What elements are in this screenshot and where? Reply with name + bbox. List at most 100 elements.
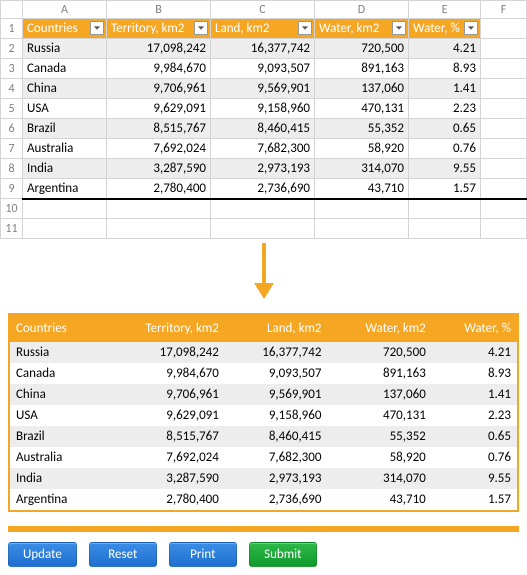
cell-pct[interactable]: 2.23: [409, 99, 481, 119]
rc-pct: 8.93: [432, 363, 518, 384]
column-headers[interactable]: A B C D E F: [1, 1, 527, 19]
update-button[interactable]: Update: [8, 542, 77, 567]
reset-button[interactable]: Reset: [89, 542, 157, 567]
spreadsheet-grid[interactable]: A B C D E F 1 Countries Territory, km2 L…: [0, 0, 527, 239]
col-A[interactable]: A: [23, 1, 107, 19]
filter-icon[interactable]: [90, 21, 104, 35]
rc-water: 137,060: [327, 384, 431, 405]
cell-country[interactable]: China: [23, 79, 107, 99]
cell-land[interactable]: 9,569,901: [211, 79, 315, 99]
cell-pct[interactable]: 1.41: [409, 79, 481, 99]
cell-territory[interactable]: 3,287,590: [107, 159, 211, 179]
table-row[interactable]: 9Argentina2,780,4002,736,69043,7101.57: [1, 179, 527, 199]
row-num[interactable]: 7: [1, 139, 23, 159]
cell-territory[interactable]: 8,515,767: [107, 119, 211, 139]
report-row: Argentina2,780,4002,736,69043,7101.57: [9, 489, 518, 511]
cell-water[interactable]: 720,500: [315, 39, 409, 59]
rc-territory: 9,629,091: [102, 405, 225, 426]
rc-territory: 2,780,400: [102, 489, 225, 511]
rc-territory: 3,287,590: [102, 468, 225, 489]
cell-land[interactable]: 2,736,690: [211, 179, 315, 199]
cell-country[interactable]: Russia: [23, 39, 107, 59]
cell-water[interactable]: 891,163: [315, 59, 409, 79]
filter-icon[interactable]: [464, 21, 478, 35]
cell-land[interactable]: 7,682,300: [211, 139, 315, 159]
cell-water[interactable]: 43,710: [315, 179, 409, 199]
table-row[interactable]: 8India3,287,5902,973,193314,0709.55: [1, 159, 527, 179]
table-row[interactable]: 4China9,706,9619,569,901137,0601.41: [1, 79, 527, 99]
col-D[interactable]: D: [315, 1, 409, 19]
print-button[interactable]: Print: [169, 542, 237, 567]
cell-territory[interactable]: 17,098,242: [107, 39, 211, 59]
empty-row[interactable]: 10: [1, 199, 527, 219]
cell-pct[interactable]: 8.93: [409, 59, 481, 79]
row-num[interactable]: 5: [1, 99, 23, 119]
cell-water[interactable]: 55,352: [315, 119, 409, 139]
cell-land[interactable]: 9,158,960: [211, 99, 315, 119]
cell-water[interactable]: 137,060: [315, 79, 409, 99]
report-row: Canada9,984,6709,093,507891,1638.93: [9, 363, 518, 384]
table-row[interactable]: 2Russia17,098,24216,377,742720,5004.21: [1, 39, 527, 59]
cell-pct[interactable]: 4.21: [409, 39, 481, 59]
cell-land[interactable]: 2,973,193: [211, 159, 315, 179]
select-all[interactable]: [1, 1, 23, 19]
hdr-text: Water, %: [413, 21, 460, 36]
rc-country: Argentina: [9, 489, 102, 511]
empty-row[interactable]: 11: [1, 219, 527, 239]
row-num[interactable]: 6: [1, 119, 23, 139]
rc-land: 16,377,742: [225, 342, 328, 363]
row-num[interactable]: 2: [1, 39, 23, 59]
row-num[interactable]: 4: [1, 79, 23, 99]
hdr-territory[interactable]: Territory, km2: [107, 19, 211, 39]
col-B[interactable]: B: [107, 1, 211, 19]
cell-country[interactable]: Australia: [23, 139, 107, 159]
cell-pct[interactable]: 9.55: [409, 159, 481, 179]
row-num[interactable]: 9: [1, 179, 23, 199]
table-row[interactable]: 6Brazil8,515,7678,460,41555,3520.65: [1, 119, 527, 139]
hdr-pct[interactable]: Water, %: [409, 19, 481, 39]
hdr-water[interactable]: Water, km2: [315, 19, 409, 39]
cell-land[interactable]: 9,093,507: [211, 59, 315, 79]
cell-country[interactable]: Brazil: [23, 119, 107, 139]
row-num[interactable]: 8: [1, 159, 23, 179]
report-row: Russia17,098,24216,377,742720,5004.21: [9, 342, 518, 363]
rc-country: Canada: [9, 363, 102, 384]
col-F[interactable]: F: [481, 1, 527, 19]
button-row: Update Reset Print Submit: [8, 542, 519, 567]
header-row: 1 Countries Territory, km2 Land, km2 Wat…: [1, 19, 527, 39]
row-1[interactable]: 1: [1, 19, 23, 39]
rc-territory: 9,706,961: [102, 384, 225, 405]
hdr-countries[interactable]: Countries: [23, 19, 107, 39]
hdr-land[interactable]: Land, km2: [211, 19, 315, 39]
table-row[interactable]: 7Australia7,692,0247,682,30058,9200.76: [1, 139, 527, 159]
cell-country[interactable]: USA: [23, 99, 107, 119]
report-row: Australia7,692,0247,682,30058,9200.76: [9, 447, 518, 468]
cell-territory[interactable]: 9,706,961: [107, 79, 211, 99]
submit-button[interactable]: Submit: [249, 542, 317, 567]
col-E[interactable]: E: [409, 1, 481, 19]
cell-country[interactable]: Canada: [23, 59, 107, 79]
row-num[interactable]: 3: [1, 59, 23, 79]
cell-territory[interactable]: 9,629,091: [107, 99, 211, 119]
report-table: Countries Territory, km2 Land, km2 Water…: [8, 313, 519, 512]
cell-land[interactable]: 16,377,742: [211, 39, 315, 59]
cell-land[interactable]: 8,460,415: [211, 119, 315, 139]
cell-territory[interactable]: 9,984,670: [107, 59, 211, 79]
cell-country[interactable]: India: [23, 159, 107, 179]
col-C[interactable]: C: [211, 1, 315, 19]
cell-water[interactable]: 58,920: [315, 139, 409, 159]
filter-icon[interactable]: [392, 21, 406, 35]
table-row[interactable]: 5USA9,629,0919,158,960470,1312.23: [1, 99, 527, 119]
filter-icon[interactable]: [194, 21, 208, 35]
table-row[interactable]: 3Canada9,984,6709,093,507891,1638.93: [1, 59, 527, 79]
cell-territory[interactable]: 2,780,400: [107, 179, 211, 199]
cell-pct[interactable]: 0.76: [409, 139, 481, 159]
filter-icon[interactable]: [298, 21, 312, 35]
rc-country: Russia: [9, 342, 102, 363]
cell-country[interactable]: Argentina: [23, 179, 107, 199]
cell-water[interactable]: 314,070: [315, 159, 409, 179]
cell-pct[interactable]: 0.65: [409, 119, 481, 139]
cell-pct[interactable]: 1.57: [409, 179, 481, 199]
cell-territory[interactable]: 7,692,024: [107, 139, 211, 159]
cell-water[interactable]: 470,131: [315, 99, 409, 119]
